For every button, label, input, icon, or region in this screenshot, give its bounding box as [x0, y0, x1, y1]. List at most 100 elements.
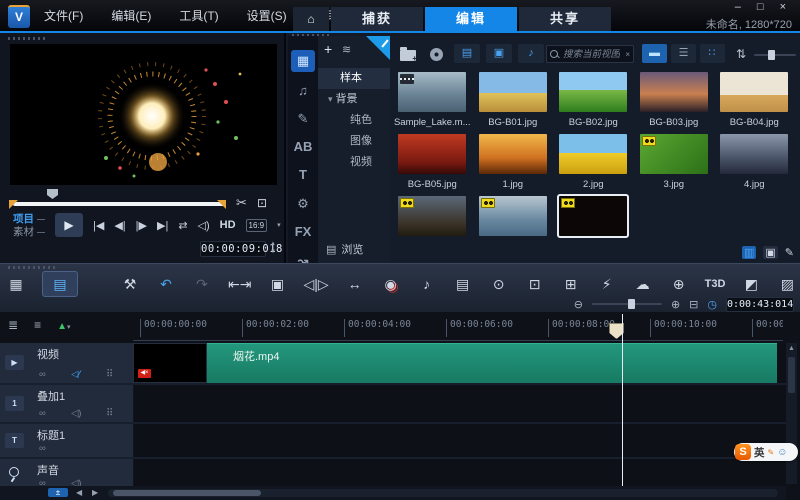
trim-start-handle[interactable]	[9, 200, 18, 209]
timecode-stepper[interactable]: ▲ ▼	[270, 240, 276, 256]
zoom-out-icon[interactable]: ⊖	[574, 298, 583, 311]
add-track-icon[interactable]: ≡	[34, 318, 41, 332]
track-audio-icon[interactable]: ◁∕	[71, 369, 80, 380]
enlarge-preview-icon[interactable]: ⊡	[257, 196, 267, 210]
menu-item[interactable]: 工具(T)	[179, 7, 218, 24]
slider-thumb[interactable]	[768, 50, 775, 60]
track-link-icon[interactable]: ∞	[39, 443, 46, 454]
scrollbar-thumb[interactable]	[788, 357, 795, 393]
media-thumbnail[interactable]: 2.jpg	[553, 134, 634, 190]
timeline-timecode[interactable]: 0:00:43:014	[726, 297, 794, 312]
transport-button[interactable]: ▶|	[157, 219, 168, 232]
filter-photo-button[interactable]: ▣	[486, 44, 512, 63]
timeline-ruler[interactable]: 00:00:00:00 00:00:02:00 00:00:04:00 00:0…	[133, 314, 783, 341]
track-ripple-icon[interactable]: ⠿	[106, 369, 113, 380]
show-options-button[interactable]: ▣	[763, 246, 777, 259]
motion-tracking-button[interactable]: ⚡	[597, 272, 617, 296]
ime-status-bar[interactable]: S 英 ✎ ☺	[734, 443, 798, 461]
view-grid-button[interactable]: ∷	[700, 44, 725, 63]
media-thumbnail[interactable]: Sample_Lake.m...	[392, 72, 473, 128]
media-thumbnail[interactable]: BG-B03.jpg	[634, 72, 715, 128]
edit-media-button[interactable]: ✎	[785, 246, 794, 259]
track-header[interactable]: T 标题1 ∞	[0, 424, 134, 457]
hd-toggle[interactable]: HD	[220, 219, 236, 231]
step-down-icon[interactable]: ▼	[270, 248, 276, 256]
media-thumbnail[interactable]: BG-B05.jpg	[392, 134, 473, 190]
menu-item[interactable]: 编辑(E)	[111, 7, 151, 24]
title-box-button[interactable]: ⊡	[525, 272, 545, 296]
split-clip-icon[interactable]: ✂	[236, 195, 247, 211]
scroll-left-icon[interactable]: ◀	[76, 488, 82, 497]
media-thumbnail[interactable]	[473, 196, 554, 236]
vertical-scrollbar[interactable]: ▲	[786, 343, 797, 484]
tools-button[interactable]: ⚒	[120, 272, 140, 296]
workspace-tab[interactable]: 共享	[519, 7, 611, 31]
duration-icon[interactable]: ◷	[707, 298, 717, 311]
mode-clip[interactable]: 素材	[13, 226, 34, 238]
title-icon[interactable]: T	[291, 164, 315, 186]
media-thumbnail[interactable]: 4.jpg	[714, 134, 795, 190]
pan-crop-button[interactable]: ▣	[267, 272, 287, 296]
multicam-button[interactable]: ⊕	[669, 272, 689, 296]
ime-pen-icon[interactable]: ✎	[768, 448, 775, 457]
zoom-in-icon[interactable]: ⊕	[671, 298, 680, 311]
stretch-button[interactable]: ↔	[345, 272, 365, 296]
sort-button[interactable]: ⇅	[736, 47, 746, 61]
track-ripple-icon[interactable]: ⠿	[106, 408, 113, 419]
menu-item[interactable]: 设置(S)	[247, 7, 287, 24]
import-disc-icon[interactable]	[430, 48, 443, 61]
fit-timeline-icon[interactable]: ⊟	[689, 298, 698, 311]
filter-fx-icon[interactable]: FX	[291, 221, 315, 243]
mode-project[interactable]: 项目	[13, 213, 34, 225]
search-input[interactable]	[561, 48, 622, 61]
paint-button[interactable]: ◩	[741, 272, 761, 296]
track-content[interactable]	[134, 385, 786, 422]
scroll-right-icon[interactable]: ▶	[92, 488, 98, 497]
view-list-button[interactable]: ☰	[671, 44, 696, 63]
scrollbar-thumb[interactable]	[113, 490, 261, 496]
media-thumbnail[interactable]: 3.jpg	[634, 134, 715, 190]
track-content[interactable]	[134, 424, 786, 457]
track-header[interactable]: ▶ 视频 ∞ ◁∕ ⠿	[0, 343, 134, 383]
split-button[interactable]: ◁|▷	[303, 272, 328, 296]
scrub-marker[interactable]	[47, 189, 58, 199]
ime-logo-icon[interactable]: S	[735, 444, 751, 460]
transport-button[interactable]: ◀|	[114, 219, 125, 232]
trim-end-handle[interactable]	[217, 200, 226, 209]
filter-video-button[interactable]: ▤	[454, 44, 480, 63]
show-library-button[interactable]: ▥	[742, 246, 756, 259]
panel-grip[interactable]	[8, 37, 48, 40]
mini-zoom-button[interactable]: ±	[48, 488, 68, 497]
trim-button[interactable]: ⇤⇥	[228, 272, 251, 296]
filter-audio-button[interactable]: ♪	[518, 44, 544, 63]
audio-icon[interactable]: ♫	[291, 80, 315, 102]
view-thumbnail-button[interactable]: ▬	[642, 44, 667, 63]
tree-item[interactable]: 图像	[318, 131, 390, 152]
close-button[interactable]: ×	[780, 1, 786, 13]
tree-item[interactable]: 背景	[318, 89, 390, 110]
media-thumbnail[interactable]: BG-B04.jpg	[714, 72, 795, 128]
split-screen-button[interactable]: ⊞	[561, 272, 581, 296]
workspace-tab[interactable]: 编辑	[425, 7, 517, 31]
timeline-view-button[interactable]: ▤	[42, 271, 78, 297]
transport-button[interactable]: ⇄	[178, 219, 187, 232]
tree-item[interactable]: 纯色	[318, 110, 390, 131]
aspect-ratio-selector[interactable]: 16:9	[246, 219, 268, 232]
thumbnail-size-slider[interactable]	[754, 54, 796, 56]
storyboard-view-button[interactable]: ▦	[6, 272, 26, 296]
mask-creator-button[interactable]: ☁	[633, 272, 653, 296]
search-clear-icon[interactable]: ×	[625, 50, 630, 59]
trim-bar[interactable]	[13, 202, 226, 206]
title-3d-button[interactable]: T3D	[705, 272, 726, 296]
track-manager-icon[interactable]: ≣	[8, 318, 18, 332]
chapter-marker-icon[interactable]: ▲▾	[57, 318, 70, 332]
morph-transition-button[interactable]: ⊙	[489, 272, 509, 296]
step-up-icon[interactable]: ▲	[270, 240, 276, 248]
clip-video[interactable]: 烟花.mp4	[207, 343, 777, 383]
media-thumbnail[interactable]	[553, 196, 634, 236]
panel-grip[interactable]	[8, 266, 58, 269]
instant-project-icon[interactable]: ✎	[291, 108, 315, 130]
sound-mixer-button[interactable]: ♪	[417, 272, 437, 296]
add-folder-button[interactable]: +	[324, 41, 332, 57]
transport-button[interactable]: |▶	[136, 219, 147, 232]
